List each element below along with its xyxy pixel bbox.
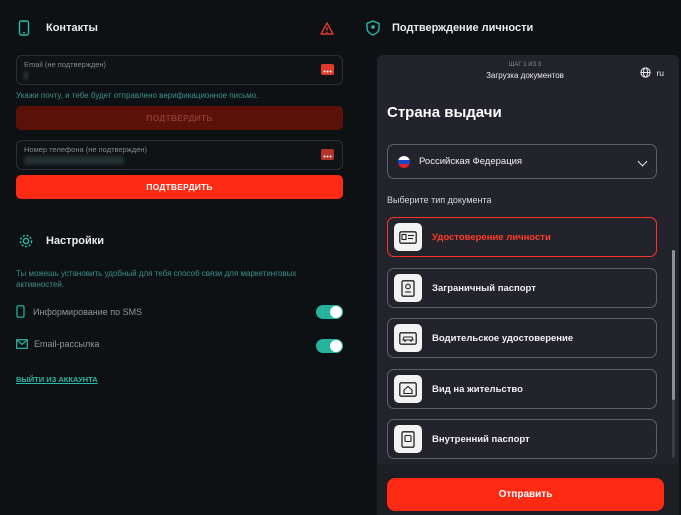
contacts-header: Контакты — [18, 20, 98, 36]
doc-list-scrollbar[interactable] — [672, 250, 675, 458]
modal-heading: Страна выдачи — [387, 104, 502, 121]
doc-option-label: Удостоверение личности — [432, 231, 551, 243]
globe-icon — [640, 67, 652, 78]
doc-option-label: Вид на жительство — [432, 383, 523, 395]
russia-flag-icon — [398, 155, 410, 168]
submit-button[interactable]: Отправить — [387, 478, 664, 511]
email-field-label: Email (не подтвержден) — [24, 60, 107, 69]
car-license-icon — [394, 324, 422, 352]
gear-icon — [19, 234, 33, 248]
email-setting-label: Email-рассылка — [34, 339, 100, 349]
email-dots-icon — [321, 64, 334, 75]
chevron-down-icon — [637, 156, 648, 167]
email-setting-row: Email-рассылка — [16, 339, 99, 349]
verification-title: Подтверждение личности — [392, 22, 534, 34]
doc-option-passport[interactable]: Заграничный паспорт — [387, 268, 657, 308]
email-field[interactable]: Email (не подтвержден) — [16, 55, 343, 85]
language-code: ru — [656, 67, 664, 78]
settings-title: Настройки — [46, 235, 105, 247]
phone-field[interactable]: Номер телефона (не подтвержден) — [16, 140, 343, 170]
verification-header: Подтверждение личности — [366, 20, 533, 36]
doc-option-internal-passport[interactable]: Внутренний паспорт — [387, 419, 657, 459]
email-value-blurred — [24, 71, 28, 80]
contacts-title: Контакты — [46, 22, 98, 34]
email-toggle[interactable] — [316, 339, 343, 353]
shield-icon — [366, 20, 380, 36]
doc-option-driver-license[interactable]: Водительское удостоверение — [387, 318, 657, 358]
logout-link[interactable]: ВЫЙТИ ИЗ АККАУНТА — [16, 375, 98, 384]
doc-option-label: Заграничный паспорт — [432, 282, 536, 294]
settings-header: Настройки — [18, 233, 104, 249]
sms-setting-row: Информирование по SMS — [16, 305, 142, 318]
phone-dots-icon — [321, 149, 334, 160]
confirm-email-button[interactable]: ПОДТВЕРДИТЬ — [16, 106, 343, 130]
country-select[interactable]: Российская Федерация — [387, 144, 657, 179]
doc-option-label: Водительское удостоверение — [432, 332, 574, 344]
sms-toggle[interactable] — [316, 305, 343, 319]
passport-icon — [394, 274, 422, 302]
sms-setting-label: Информирование по SMS — [33, 306, 143, 317]
settings-description: Ты можешь установить удобный для тебя сп… — [16, 269, 297, 289]
country-value: Российская Федерация — [419, 156, 523, 167]
email-hint: Укажи почту, и тебе будет отправлено вер… — [16, 91, 259, 100]
profile-panel: Контакты Email (не подтвержден) Укажи по… — [0, 0, 360, 515]
residence-home-icon — [394, 375, 422, 403]
doc-type-prompt: Выберите тип документа — [387, 195, 492, 205]
document-upload-modal: ШАГ 1 ИЗ 3 Загрузка документов ru Страна… — [377, 55, 679, 515]
id-card-icon — [394, 223, 422, 251]
step-title: Загрузка документов — [486, 71, 564, 80]
modal-footer: Отправить — [377, 464, 679, 515]
language-selector[interactable]: ru — [640, 67, 664, 78]
phone-field-label: Номер телефона (не подтвержден) — [24, 145, 147, 154]
confirm-phone-button[interactable]: ПОДТВЕРДИТЬ — [16, 175, 343, 199]
phone-value-blurred — [24, 156, 124, 165]
step-indicator: ШАГ 1 ИЗ 3 — [508, 62, 542, 68]
doc-option-residence-permit[interactable]: Вид на жительство — [387, 369, 657, 409]
internal-passport-icon — [394, 425, 422, 453]
phone-icon — [16, 305, 25, 318]
phone-icon — [18, 20, 30, 36]
doc-option-label: Внутренний паспорт — [432, 433, 530, 445]
warning-icon[interactable] — [320, 22, 334, 35]
app-root: Контакты Email (не подтвержден) Укажи по… — [0, 0, 681, 515]
doc-option-id-card[interactable]: Удостоверение личности — [387, 217, 657, 257]
envelope-icon — [16, 339, 28, 349]
scrollbar-thumb[interactable] — [672, 250, 675, 400]
